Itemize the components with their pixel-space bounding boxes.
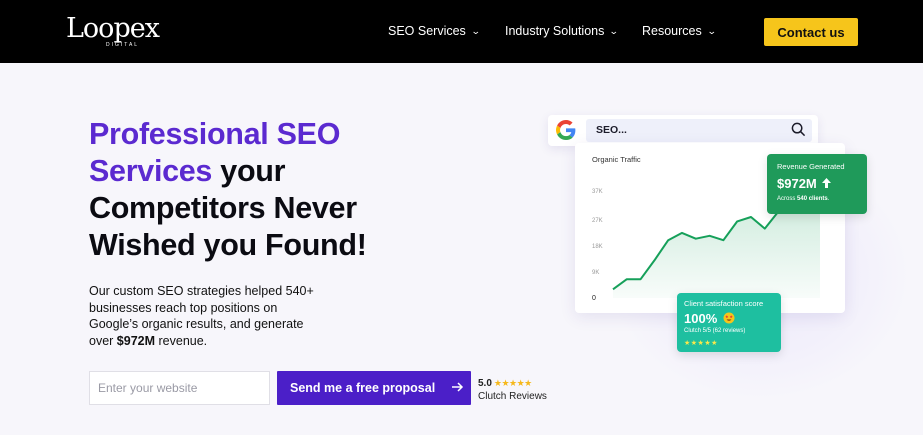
arrow-right-icon (452, 381, 464, 395)
nav-industry-solutions[interactable]: Industry Solutions ⌄ (505, 24, 620, 38)
revenue-card: Revenue Generated $972M Across 540 clien… (767, 154, 867, 214)
logo[interactable]: Loopex DIGITAL (66, 13, 160, 50)
send-proposal-button[interactable]: Send me a free proposal (277, 371, 471, 405)
headline-purple-part: Professional SEO (89, 117, 341, 151)
logo-subtext: DIGITAL (106, 42, 140, 48)
revenue-label: Revenue Generated (777, 162, 845, 171)
search-field: SEO... (586, 119, 812, 142)
arrow-up-icon (822, 178, 832, 188)
rating-label: Clutch Reviews (478, 391, 547, 402)
subtext-bold: $972M (116, 333, 156, 348)
revenue-sub: Across 540 clients. (777, 196, 829, 202)
satisfaction-value: 100% (684, 311, 718, 326)
nav-label: SEO Services (388, 24, 466, 38)
chevron-down-icon: ⌄ (470, 25, 481, 36)
search-query: SEO... (596, 124, 627, 136)
y-tick-label: 0 (592, 295, 596, 302)
website-input[interactable] (89, 371, 270, 405)
revenue-value: $972M (777, 176, 817, 191)
headline-purple-part-2: Services (89, 154, 213, 188)
y-tick-label: 18K (592, 244, 603, 250)
satisfaction-label: Client satisfaction score (684, 299, 764, 308)
y-tick-label: 37K (592, 189, 603, 195)
subtext-end: revenue. (155, 333, 208, 348)
satisfaction-sub: Clutch 5/5 (62 reviews) (684, 328, 746, 334)
star-eyes-emoji-icon (723, 312, 735, 324)
rating-row: 5.0 ★★★★★ (478, 377, 547, 390)
contact-button[interactable]: Contact us (764, 18, 858, 46)
nav-seo-services[interactable]: SEO Services ⌄ (388, 24, 481, 38)
revenue-sub-bold: 540 clients (797, 196, 828, 202)
nav-label: Industry Solutions (505, 24, 605, 38)
headline-line: Professional SEO (89, 116, 367, 153)
nav-resources[interactable]: Resources ⌄ (642, 24, 717, 38)
hero-subtext: Our custom SEO strategies helped 540+ bu… (89, 283, 319, 349)
satisfaction-card: Client satisfaction score 100% Clutch 5/… (677, 293, 781, 352)
hero-headline: Professional SEO Services your Competito… (89, 116, 367, 264)
google-logo-icon (556, 120, 576, 140)
headline-line-3: Competitors Never (89, 191, 357, 225)
search-icon (791, 122, 806, 137)
headline-line-4: Wished you Found! (89, 228, 367, 262)
y-tick-label: 9K (592, 270, 599, 276)
revenue-value-row: $972M (777, 176, 832, 191)
y-tick-label: 27K (592, 218, 603, 224)
satisfaction-stars-icon: ★★★★★ (684, 340, 718, 347)
rating-stars-icon: ★★★★★ (493, 378, 532, 388)
proposal-button-label: Send me a free proposal (290, 381, 436, 395)
rating-value: 5.0 (478, 378, 492, 389)
headline-inline-word: your (220, 154, 286, 188)
satisfaction-value-row: 100% (684, 311, 735, 326)
logo-wordmark: Loopex (66, 13, 160, 44)
google-search-bar: SEO... (548, 115, 818, 146)
chevron-down-icon: ⌄ (609, 25, 620, 36)
nav-label: Resources (642, 24, 702, 38)
headline-line: Services your (89, 153, 367, 190)
navbar: Loopex DIGITAL SEO Services ⌄ Industry S… (0, 0, 923, 63)
revenue-sub-prefix: Across (777, 196, 798, 202)
clutch-rating: 5.0 ★★★★★ Clutch Reviews (478, 377, 547, 403)
chevron-down-icon: ⌄ (706, 25, 717, 36)
revenue-sub-suffix: . (827, 196, 830, 202)
